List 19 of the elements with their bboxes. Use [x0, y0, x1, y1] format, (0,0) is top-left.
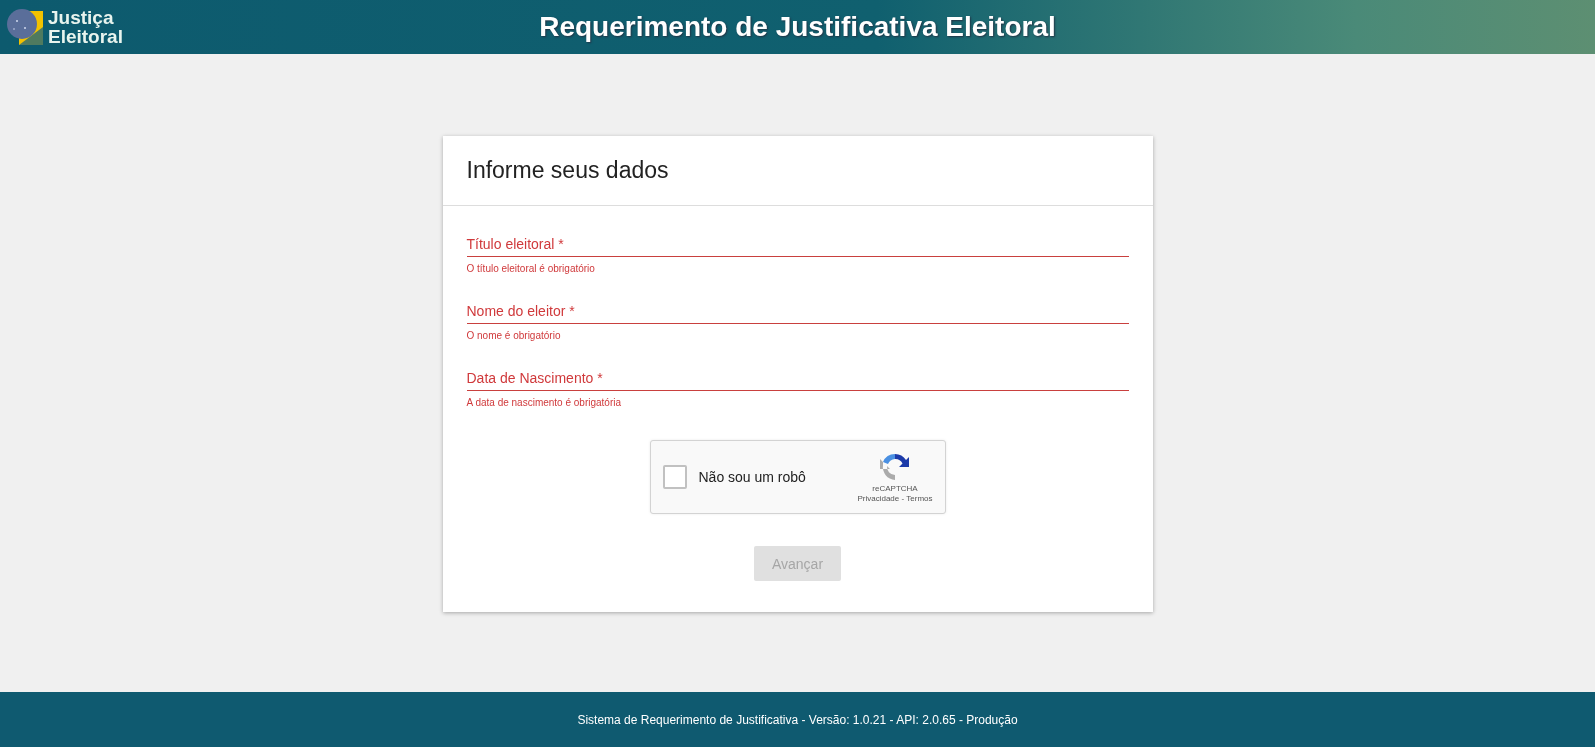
field-label[interactable]: Nome do eleitor *: [466, 303, 1129, 324]
recaptcha-text: reCAPTCHA: [872, 484, 918, 493]
recaptcha-icon: [879, 451, 911, 483]
logo-text: Eleitoral: [48, 27, 123, 46]
page-title: Requerimento de Justificativa Eleitoral: [539, 11, 1056, 43]
footer-text: Sistema de Requerimento de Justificativa - Versão: 1.0.21 - API: 2.0.65 - Produção: [577, 712, 1018, 727]
checkbox[interactable]: [662, 465, 687, 489]
separator-text: -: [901, 494, 905, 503]
terms-link[interactable]: Termos: [906, 494, 933, 503]
captcha-label: Não sou um robô: [698, 469, 807, 485]
error-message: O título eleitoral é obrigatório: [466, 263, 595, 274]
error-message: A data de nascimento é obrigatória: [466, 397, 622, 408]
card-title: Informe seus dados: [466, 157, 669, 184]
field-label[interactable]: Data de Nascimento *: [466, 370, 1129, 391]
error-message: O nome é obrigatório: [466, 330, 561, 341]
privacy-link[interactable]: Privacidade: [857, 494, 900, 503]
field-label[interactable]: Título eleitoral *: [466, 236, 1129, 257]
logo-icon: [5, 7, 45, 47]
logo-text: Justiça: [48, 8, 115, 27]
